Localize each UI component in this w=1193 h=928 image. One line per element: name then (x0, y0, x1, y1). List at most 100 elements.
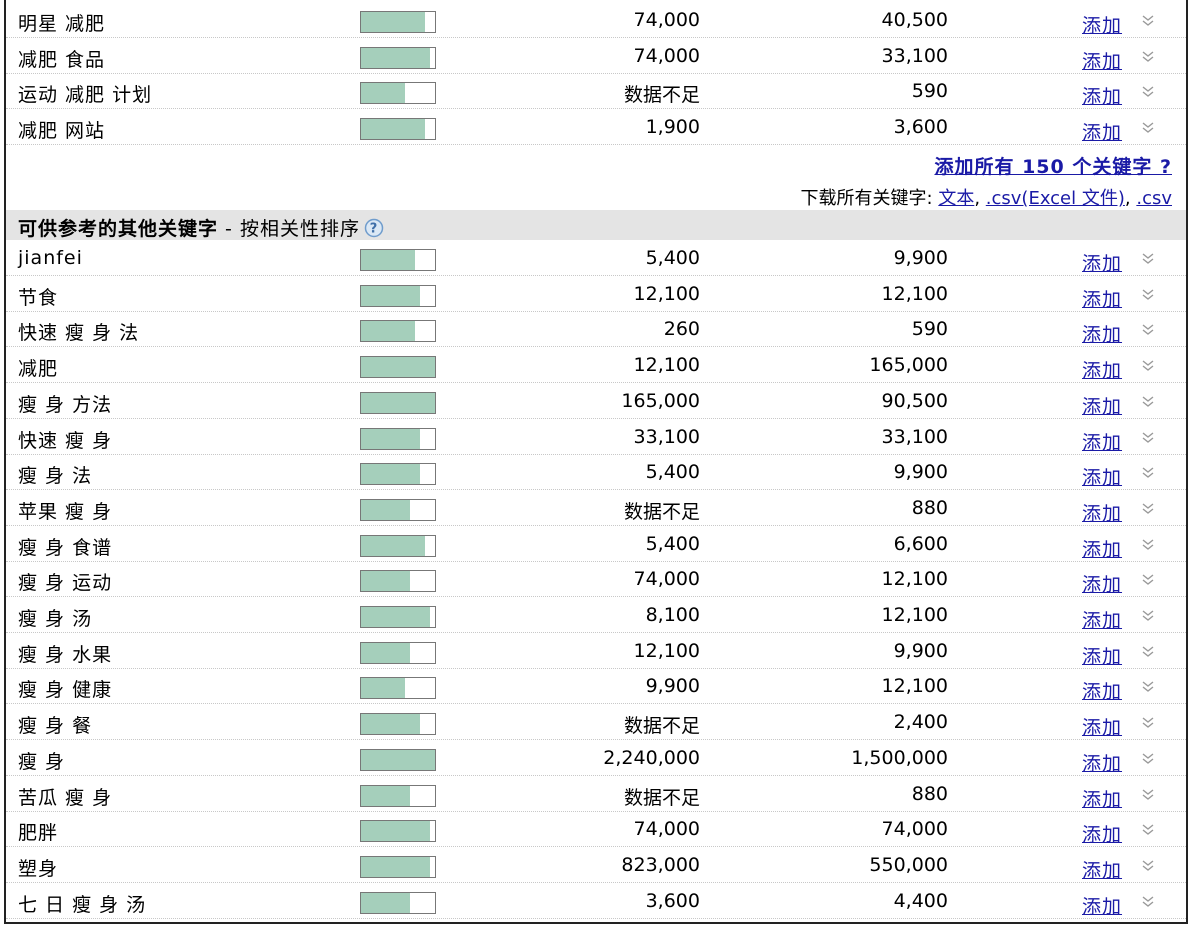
keyword-text: 瘦 身 运动 (18, 572, 113, 595)
add-keyword-link[interactable]: 添加 (1082, 249, 1122, 276)
competition-bar-fill (361, 607, 430, 627)
chevron-down-icon[interactable] (1140, 12, 1156, 28)
add-keyword-link[interactable]: 添加 (1082, 570, 1122, 597)
competition-bar-fill (361, 119, 425, 140)
add-keyword-link[interactable]: 添加 (1082, 118, 1122, 145)
add-keyword-link[interactable]: 添加 (1082, 677, 1122, 704)
section-sort-label: - 按相关性排序 (218, 218, 360, 240)
add-keyword-link[interactable]: 添加 (1082, 749, 1122, 776)
competition-bar-fill (361, 749, 435, 770)
table-row: 苹果 瘦 身 数据不足 880 添加 (6, 491, 1186, 526)
add-keyword-link[interactable]: 添加 (1082, 320, 1122, 347)
competition-bar (360, 891, 436, 914)
keyword-text: jianfei (18, 247, 83, 269)
keyword-table: 明星 减肥 74,000 40,500 添加 减肥 食品 74,000 33,100 添加 运动… (4, 0, 1188, 924)
chevron-down-icon[interactable] (1140, 678, 1156, 694)
add-keyword-link[interactable]: 添加 (1082, 642, 1122, 669)
chevron-down-icon[interactable] (1140, 607, 1156, 623)
table-row: 瘦 身 水果 12,100 9,900 添加 (6, 634, 1186, 669)
search-volume: 12,100 (633, 639, 700, 662)
chevron-down-icon[interactable] (1140, 893, 1156, 909)
search-volume: 数据不足 (623, 500, 700, 523)
chevron-down-icon[interactable] (1140, 321, 1156, 337)
add-keyword-link[interactable]: 添加 (1082, 713, 1122, 740)
competition-bar-fill (361, 12, 425, 32)
chevron-down-icon[interactable] (1140, 571, 1156, 587)
chevron-down-icon[interactable] (1140, 119, 1156, 135)
competition-bar-fill (361, 499, 410, 520)
search-volume: 1,900 (645, 116, 700, 139)
add-keyword-link[interactable]: 添加 (1082, 428, 1122, 455)
monthly-volume: 12,100 (881, 282, 948, 305)
monthly-volume: 6,600 (893, 532, 948, 555)
chevron-down-icon[interactable] (1140, 357, 1156, 373)
competition-bar (360, 820, 436, 843)
chevron-down-icon[interactable] (1140, 500, 1156, 516)
chevron-down-icon[interactable] (1140, 464, 1156, 480)
competition-bar-fill (361, 250, 416, 270)
table-row: 瘦 身 运动 74,000 12,100 添加 (6, 562, 1186, 598)
keyword-text: 七 日 瘦 身 汤 (18, 893, 147, 916)
chevron-down-icon[interactable] (1140, 429, 1156, 445)
keyword-text: 瘦 身 餐 (18, 715, 93, 738)
competition-bar (360, 284, 436, 307)
add-keyword-link[interactable]: 添加 (1082, 820, 1122, 847)
add-keyword-link[interactable]: 添加 (1082, 785, 1122, 812)
chevron-down-icon[interactable] (1140, 286, 1156, 302)
monthly-volume: 74,000 (881, 818, 948, 841)
search-volume: 74,000 (633, 818, 700, 841)
table-row: 瘦 身 汤 8,100 12,100 添加 (6, 598, 1186, 633)
chevron-down-icon[interactable] (1140, 250, 1156, 266)
competition-bar (360, 82, 436, 105)
monthly-volume: 12,100 (881, 568, 948, 591)
add-keyword-link[interactable]: 添加 (1082, 606, 1122, 633)
chevron-down-icon[interactable] (1140, 643, 1156, 659)
add-keyword-link[interactable]: 添加 (1082, 463, 1122, 490)
monthly-volume: 9,900 (893, 247, 948, 269)
add-keyword-link[interactable]: 添加 (1082, 82, 1122, 109)
chevron-down-icon[interactable] (1140, 786, 1156, 802)
search-volume: 5,400 (645, 532, 700, 555)
download-csv-excel-link[interactable]: .csv(Excel 文件) (986, 188, 1125, 209)
competition-bar (360, 570, 436, 593)
search-volume: 5,400 (645, 247, 700, 269)
keyword-text: 肥胖 (18, 822, 59, 845)
table-row: 快速 瘦 身 法 260 590 添加 (6, 312, 1186, 348)
competition-bar-fill (361, 678, 405, 699)
download-csv-link[interactable]: .csv (1136, 188, 1172, 209)
chevron-down-icon[interactable] (1140, 393, 1156, 409)
monthly-volume: 2,400 (893, 711, 948, 734)
add-keyword-link[interactable]: 添加 (1082, 47, 1122, 74)
keyword-text: 瘦 身 (18, 750, 66, 773)
chevron-down-icon[interactable] (1140, 83, 1156, 99)
competition-bar (360, 46, 436, 69)
chevron-down-icon[interactable] (1140, 536, 1156, 552)
add-all-keywords-link[interactable]: 添加所有 150 个关键字 ? (934, 152, 1172, 179)
chevron-down-icon[interactable] (1140, 48, 1156, 64)
add-keyword-link[interactable]: 添加 (1082, 11, 1122, 38)
competition-bar-fill (361, 321, 416, 342)
svg-text:?: ? (370, 222, 379, 237)
chevron-down-icon[interactable] (1140, 714, 1156, 730)
search-volume: 12,100 (633, 282, 700, 305)
add-keyword-link[interactable]: 添加 (1082, 285, 1122, 312)
competition-bar (360, 784, 436, 807)
download-text-link[interactable]: 文本 (938, 188, 974, 209)
add-keyword-link[interactable]: 添加 (1082, 892, 1122, 919)
help-icon[interactable]: ? (364, 218, 384, 243)
add-keyword-link[interactable]: 添加 (1082, 535, 1122, 562)
search-volume: 165,000 (621, 389, 700, 412)
competition-bar (360, 391, 436, 414)
chevron-down-icon[interactable] (1140, 857, 1156, 873)
table-row: jianfei 5,400 9,900 添加 (6, 241, 1186, 276)
add-keyword-link[interactable]: 添加 (1082, 499, 1122, 526)
chevron-down-icon[interactable] (1140, 750, 1156, 766)
chevron-down-icon[interactable] (1140, 821, 1156, 837)
keyword-text: 瘦 身 食谱 (18, 536, 113, 559)
keyword-text: 塑身 (18, 857, 59, 880)
add-keyword-link[interactable]: 添加 (1082, 392, 1122, 419)
competition-bar-fill (361, 83, 405, 104)
keyword-text: 瘦 身 汤 (18, 608, 93, 630)
add-keyword-link[interactable]: 添加 (1082, 856, 1122, 883)
add-keyword-link[interactable]: 添加 (1082, 356, 1122, 383)
